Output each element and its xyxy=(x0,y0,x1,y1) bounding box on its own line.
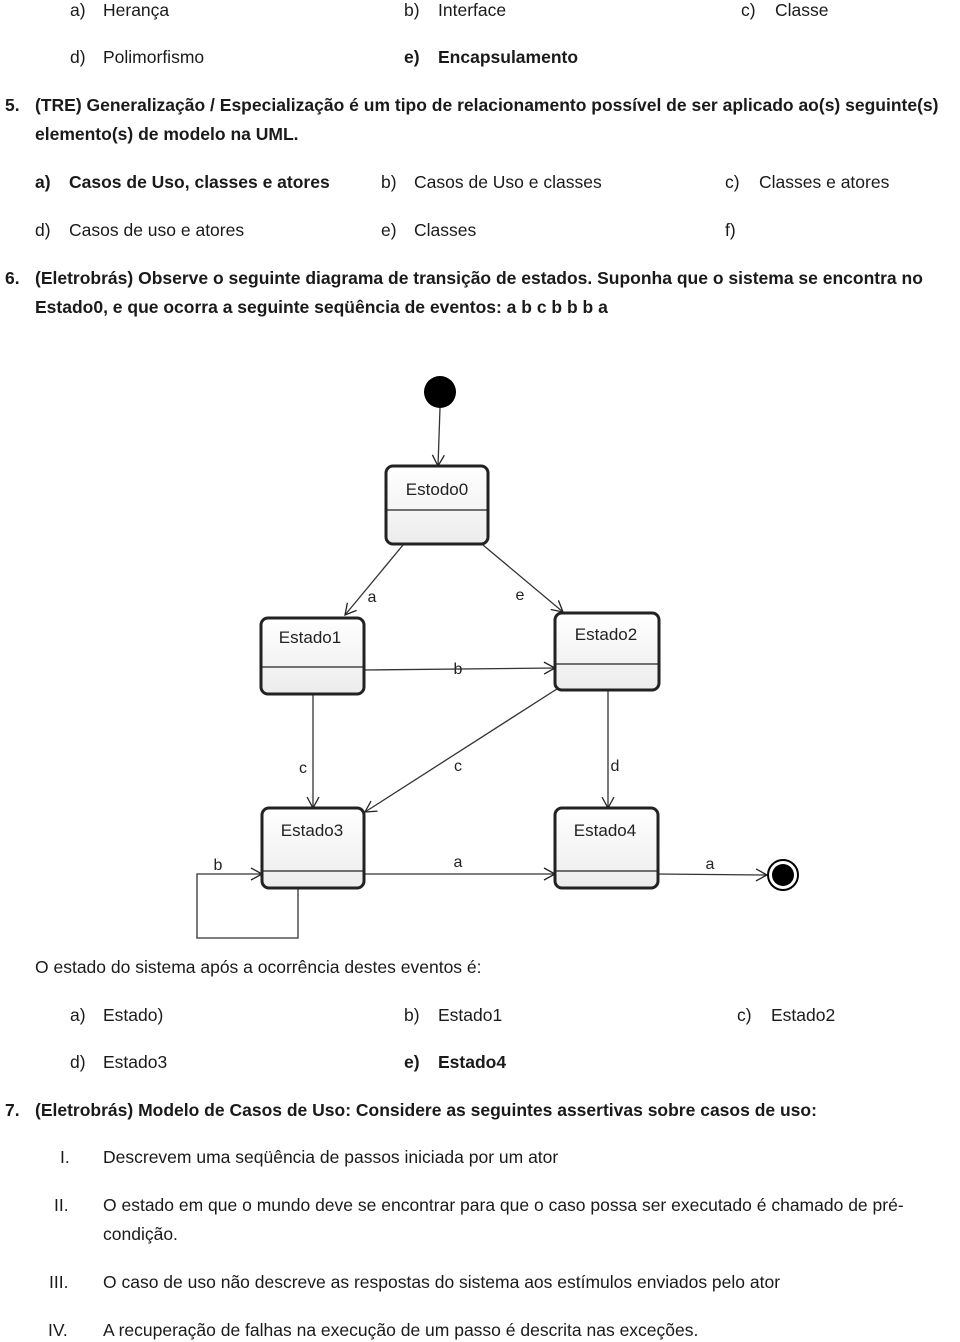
event-label: a xyxy=(706,856,715,873)
state-box xyxy=(384,464,490,546)
event-label: a xyxy=(368,589,377,606)
option-text: Estado1 xyxy=(438,1005,503,1025)
item-text: Descrevem uma seqüência de passos inicia… xyxy=(103,1147,559,1167)
question-number: 7. xyxy=(5,1100,20,1120)
initial-state xyxy=(424,376,456,408)
event-label: c xyxy=(299,760,307,777)
event-label: b xyxy=(214,857,223,874)
item-number: III. xyxy=(49,1272,69,1292)
option-letter: d) xyxy=(70,1052,86,1072)
state-label: Estado3 xyxy=(281,821,343,840)
question-text: (Eletrobrás) Modelo de Casos de Uso: Con… xyxy=(35,1100,817,1120)
transition-a-final xyxy=(657,868,769,882)
document-page: a) Herança b) Interface c) Classe d) Pol… xyxy=(0,0,960,1342)
initial-transition xyxy=(431,407,445,468)
state-box xyxy=(553,806,660,890)
state-label: Estado2 xyxy=(575,625,637,644)
option-letter: a) xyxy=(70,1005,86,1025)
option-letter: c) xyxy=(737,1005,752,1025)
item-number: I. xyxy=(60,1147,70,1167)
option-letter: e) xyxy=(404,1052,420,1072)
item-text: O estado em que o mundo deve se encontra… xyxy=(103,1195,904,1215)
state-transition-diagram: Estodo0 Estado1 Estado2 Estado3 Estado4 … xyxy=(196,376,799,939)
item-text: A recuperação de falhas na execução de u… xyxy=(103,1320,699,1340)
event-label: d xyxy=(611,758,620,775)
transition-c xyxy=(363,686,561,813)
state-label: Estado1 xyxy=(279,628,341,647)
option-letter: b) xyxy=(404,1005,420,1025)
option-text: Estado3 xyxy=(103,1052,168,1072)
item-text: O caso de uso não descreve as respostas … xyxy=(103,1272,781,1292)
state-box xyxy=(260,806,366,890)
event-label: c xyxy=(454,758,462,775)
event-label: b xyxy=(454,661,463,678)
item-number: IV. xyxy=(48,1320,68,1340)
option-text: Estado) xyxy=(103,1005,164,1025)
state-label: Estado4 xyxy=(574,821,636,840)
event-label: e xyxy=(516,587,525,604)
event-label: a xyxy=(454,854,463,871)
item-text: condição. xyxy=(103,1224,178,1244)
item-number: II. xyxy=(54,1195,69,1215)
option-text: Estado2 xyxy=(771,1005,836,1025)
state-label: Estodo0 xyxy=(406,480,468,499)
question-prompt: O estado do sistema após a ocorrência de… xyxy=(35,957,482,977)
option-text-answer: Estado4 xyxy=(438,1052,507,1072)
